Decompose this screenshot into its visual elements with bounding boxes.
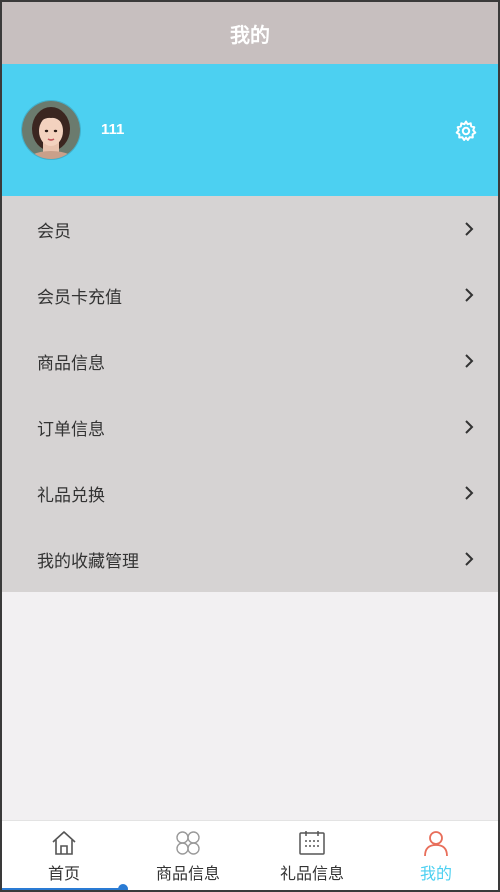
chevron-right-icon (465, 288, 474, 302)
scroll-indicator-dot (118, 884, 128, 890)
menu-list: 会员 会员卡充值 商品信息 订单信息 礼品兑换 我的收藏管理 (2, 196, 498, 592)
profile-banner: 111 (2, 64, 498, 196)
menu-item-label: 会员 (37, 221, 71, 241)
menu-item-label: 礼品兑换 (37, 485, 105, 505)
menu-item-favorites[interactable]: 我的收藏管理 (2, 526, 498, 592)
avatar-photo-icon (22, 101, 80, 159)
menu-item-member[interactable]: 会员 (2, 196, 498, 262)
menu-item-label: 我的收藏管理 (37, 551, 139, 571)
chevron-right-icon (465, 354, 474, 368)
menu-item-label: 会员卡充值 (37, 287, 122, 307)
tab-mine[interactable]: 我的 (374, 821, 498, 890)
username: 111 (101, 121, 125, 138)
menu-item-card-recharge[interactable]: 会员卡充值 (2, 262, 498, 328)
home-icon (52, 831, 76, 855)
tab-label: 商品信息 (155, 866, 220, 883)
tab-product-info[interactable]: 商品信息 (126, 821, 250, 890)
settings-button[interactable] (454, 119, 478, 143)
chevron-right-icon (465, 222, 474, 236)
app-frame: 我的 111 会员 会员卡充值 商品信息 订单信息 礼品兑换 我的收藏管理 首页… (0, 0, 500, 892)
tab-gift-info[interactable]: 礼品信息 (250, 821, 374, 890)
user-icon (424, 831, 448, 857)
menu-item-order-info[interactable]: 订单信息 (2, 394, 498, 460)
chevron-right-icon (465, 486, 474, 500)
tab-label: 首页 (47, 866, 80, 883)
scroll-indicator (2, 888, 124, 890)
menu-item-label: 订单信息 (37, 419, 105, 439)
chevron-right-icon (465, 552, 474, 566)
avatar[interactable] (22, 101, 80, 159)
calendar-icon (299, 831, 325, 855)
menu-item-label: 商品信息 (37, 353, 105, 373)
chevron-right-icon (465, 420, 474, 434)
top-bar: 我的 (2, 2, 498, 64)
gear-icon (455, 120, 477, 141)
tab-label: 我的 (419, 866, 452, 883)
tab-label: 礼品信息 (279, 866, 344, 883)
page-title: 我的 (230, 24, 270, 47)
bottom-tab-bar: 首页 商品信息 礼品信息 我的 (2, 820, 498, 890)
menu-item-product-info[interactable]: 商品信息 (2, 328, 498, 394)
tab-home[interactable]: 首页 (2, 821, 126, 890)
menu-item-gift-exchange[interactable]: 礼品兑换 (2, 460, 498, 526)
grid-icon (176, 831, 200, 855)
